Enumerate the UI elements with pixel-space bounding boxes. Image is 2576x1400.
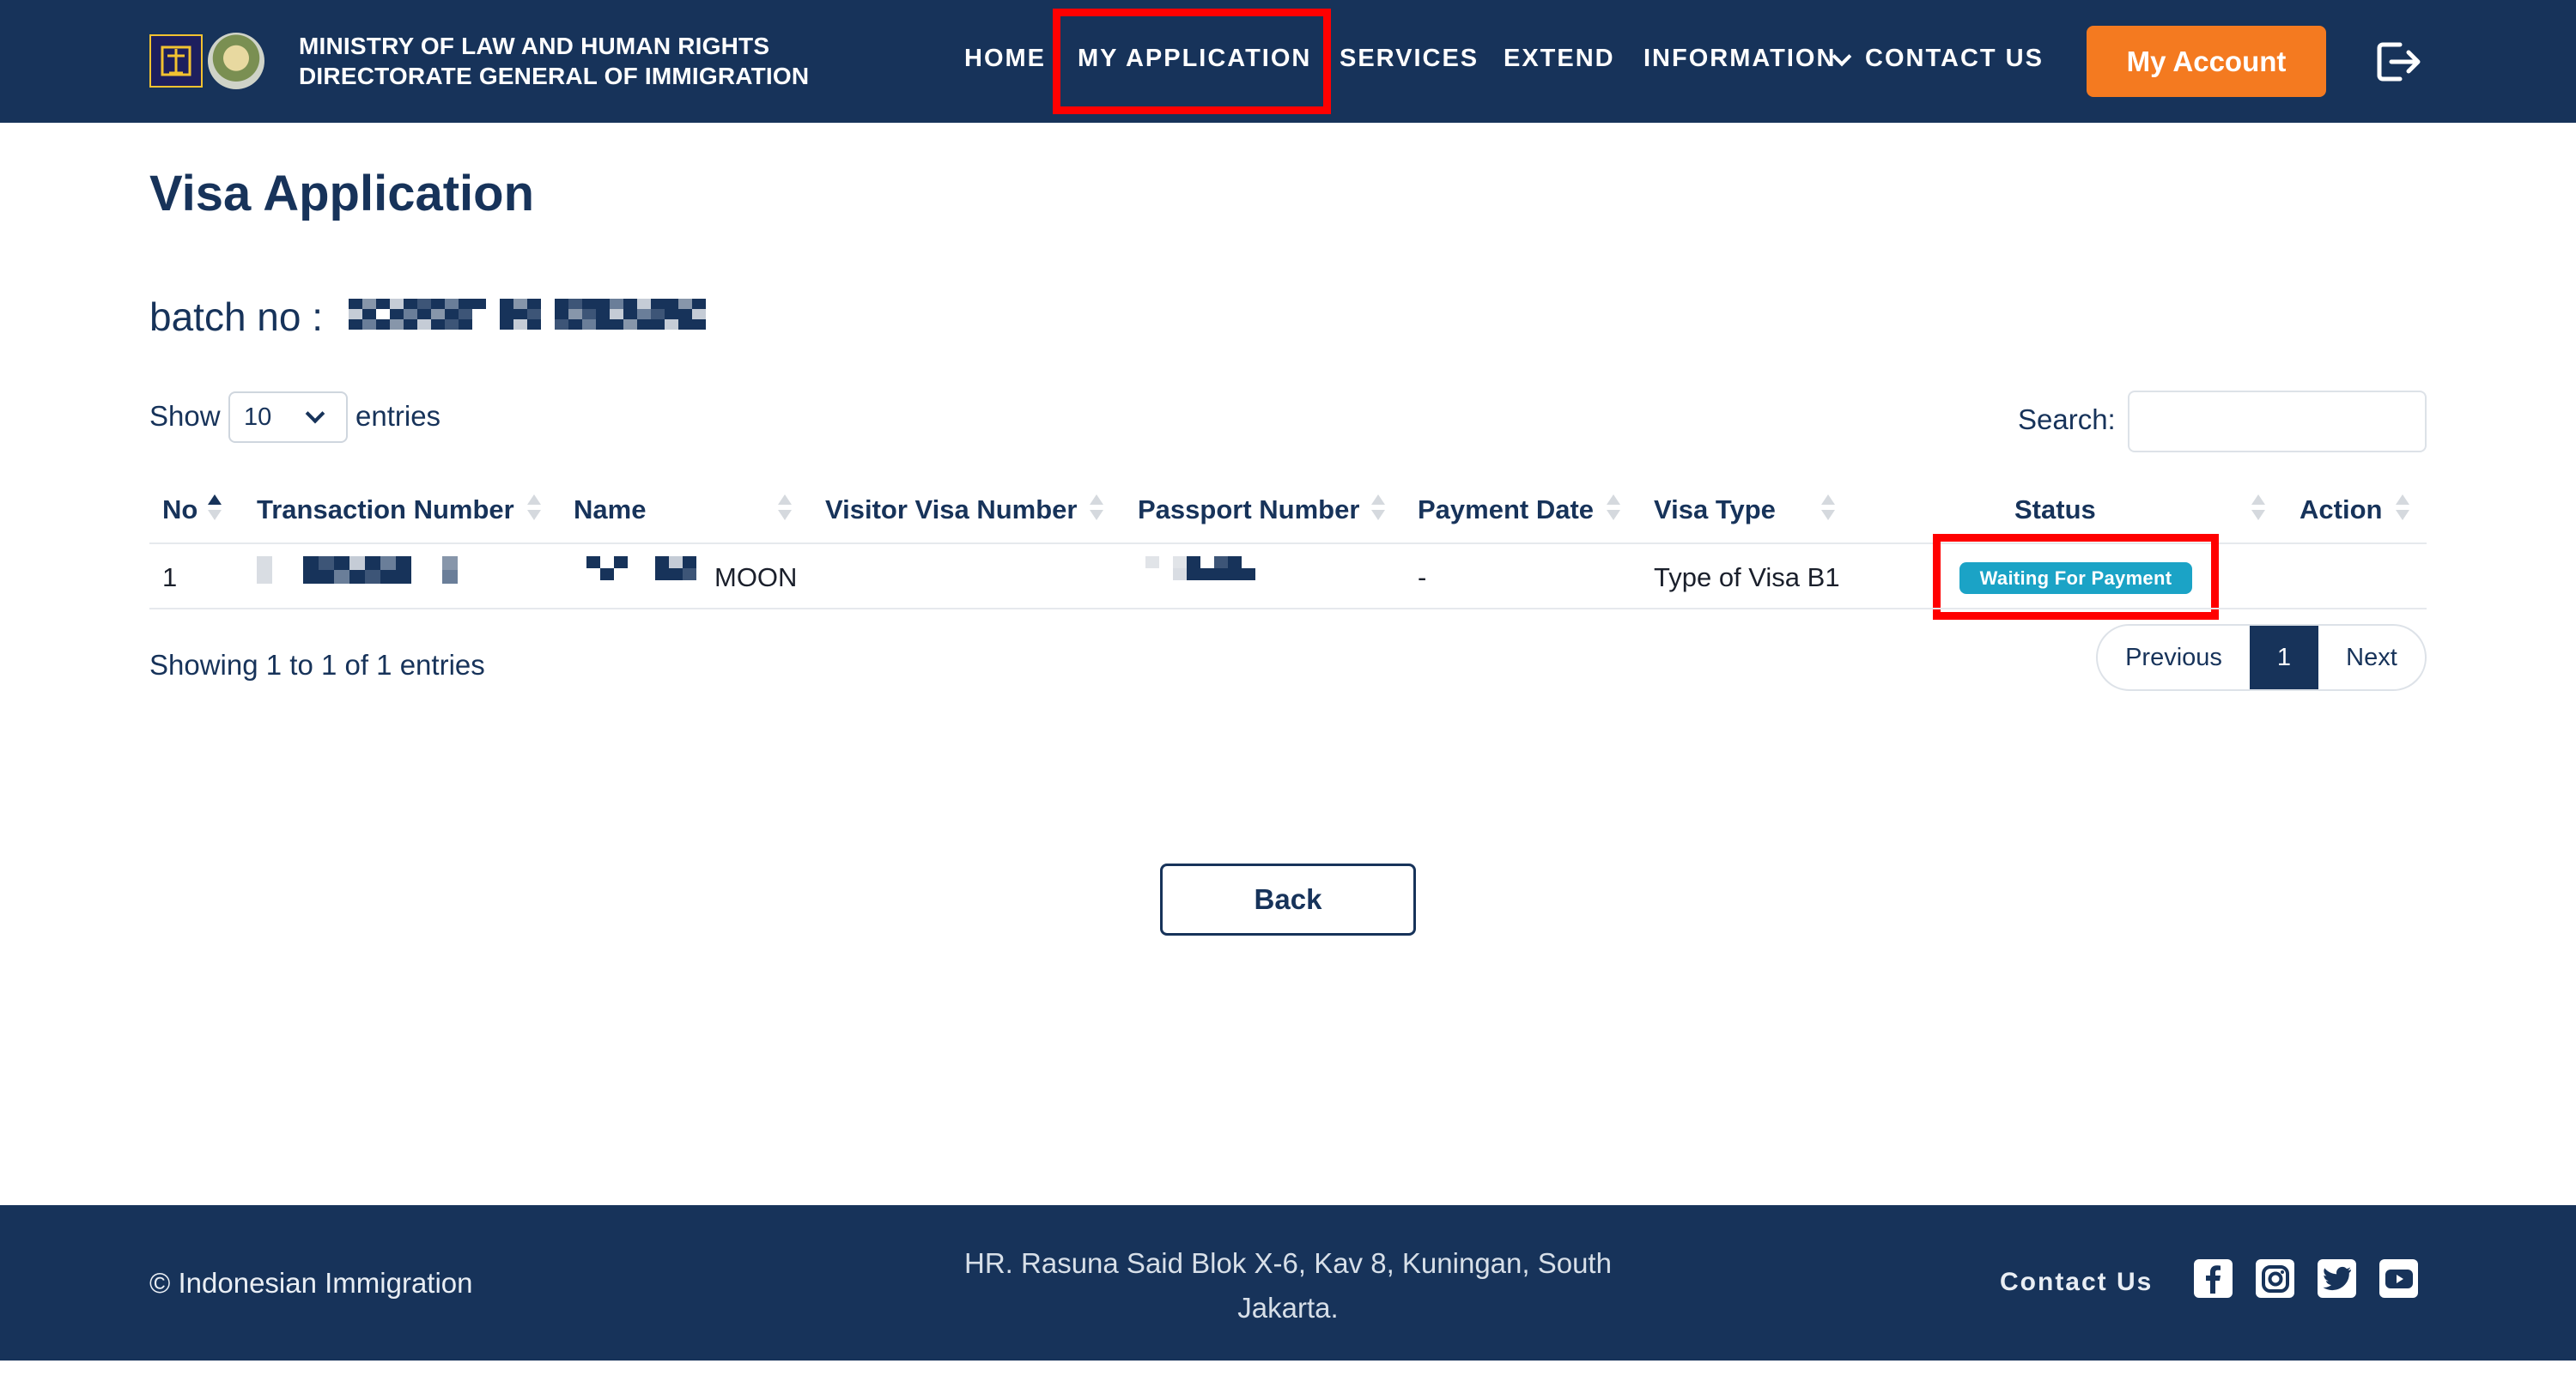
column-header-no[interactable]: No [162, 494, 197, 525]
column-header-status[interactable]: Status [2014, 494, 2096, 525]
ministry-emblem-icon [149, 34, 203, 88]
entries-per-page-select[interactable]: 10 [228, 391, 348, 443]
instagram-icon[interactable] [2256, 1259, 2294, 1298]
sort-icon[interactable] [527, 491, 541, 525]
sort-icon[interactable] [778, 491, 792, 525]
passport-number-redacted [1145, 556, 1255, 580]
address-line1: HR. Rasuna Said Blok X-6, Kav 8, Kuninga… [964, 1247, 1612, 1279]
immigration-seal-icon [208, 33, 264, 89]
logo[interactable] [149, 33, 264, 89]
footer: © Indonesian Immigration HR. Rasuna Said… [0, 1205, 2576, 1361]
address-line2: Jakarta. [1237, 1292, 1339, 1324]
cell-visa-type: Type of Visa B1 [1654, 562, 1840, 592]
cell-no: 1 [162, 562, 178, 592]
org-name-line1: MINISTRY OF LAW AND HUMAN RIGHTS [299, 33, 770, 59]
top-navbar: MINISTRY OF LAW AND HUMAN RIGHTS DIRECTO… [0, 0, 2576, 123]
organization-name: MINISTRY OF LAW AND HUMAN RIGHTS DIRECTO… [299, 31, 809, 91]
nav-extend[interactable]: EXTEND [1504, 45, 1615, 73]
sort-icon[interactable] [2251, 491, 2265, 525]
facebook-icon[interactable] [2194, 1259, 2233, 1298]
batch-number-label: batch no : [149, 294, 324, 339]
entries-label: entries [355, 400, 441, 432]
cell-name-suffix: MOON [714, 562, 798, 592]
sort-icon[interactable] [2396, 491, 2409, 525]
sort-icon[interactable] [1090, 491, 1103, 525]
next-page-button[interactable]: Next [2318, 626, 2425, 689]
twitter-icon[interactable] [2318, 1259, 2356, 1298]
previous-page-button[interactable]: Previous [2098, 626, 2250, 689]
footer-contact-us-link[interactable]: Contact Us [2000, 1268, 2153, 1297]
sort-icon[interactable] [1607, 491, 1620, 525]
copyright-text: © Indonesian Immigration [149, 1267, 473, 1299]
chevron-down-icon [305, 403, 325, 424]
nav-my-application[interactable]: MY APPLICATION [1078, 45, 1311, 73]
column-header-passport-number[interactable]: Passport Number [1138, 494, 1359, 525]
column-header-payment-date[interactable]: Payment Date [1418, 494, 1594, 525]
sort-icon[interactable] [1371, 491, 1385, 525]
entries-per-page-value: 10 [244, 403, 272, 431]
page-title: Visa Application [149, 166, 534, 221]
column-header-name[interactable]: Name [574, 494, 646, 525]
column-header-transaction-number[interactable]: Transaction Number [257, 494, 514, 525]
back-button[interactable]: Back [1160, 864, 1416, 936]
column-header-visitor-visa-number[interactable]: Visitor Visa Number [825, 494, 1077, 525]
status-badge: Waiting For Payment [1959, 562, 2192, 594]
name-redacted [586, 556, 696, 580]
transaction-number-redacted [257, 556, 458, 584]
table-row-divider [149, 608, 2427, 609]
nav-information-label: INFORMATION [1643, 45, 1837, 72]
column-header-visa-type[interactable]: Visa Type [1654, 494, 1776, 525]
batch-number-redacted [349, 299, 706, 330]
nav-home[interactable]: HOME [964, 45, 1046, 73]
org-name-line2: DIRECTORATE GENERAL OF IMMIGRATION [299, 63, 810, 89]
my-account-button[interactable]: My Account [2087, 26, 2326, 97]
column-header-action[interactable]: Action [2300, 494, 2382, 525]
nav-services[interactable]: SERVICES [1340, 45, 1479, 73]
cell-payment-date: - [1418, 562, 1427, 592]
search-input[interactable] [2128, 391, 2427, 452]
address-text: HR. Rasuna Said Blok X-6, Kav 8, Kuninga… [953, 1241, 1623, 1330]
youtube-icon[interactable] [2379, 1259, 2418, 1298]
search-label: Search: [2018, 403, 2116, 435]
logout-icon[interactable] [2374, 39, 2422, 84]
page-1-button[interactable]: 1 [2250, 626, 2318, 689]
sort-icon[interactable] [1821, 491, 1835, 525]
sort-asc-icon[interactable] [208, 491, 222, 525]
pagination: Previous 1 Next [2096, 624, 2427, 691]
show-label: Show [149, 400, 221, 432]
nav-contact-us[interactable]: CONTACT US [1865, 45, 2044, 73]
nav-information[interactable]: INFORMATION [1643, 45, 1836, 73]
showing-entries-info: Showing 1 to 1 of 1 entries [149, 649, 485, 681]
